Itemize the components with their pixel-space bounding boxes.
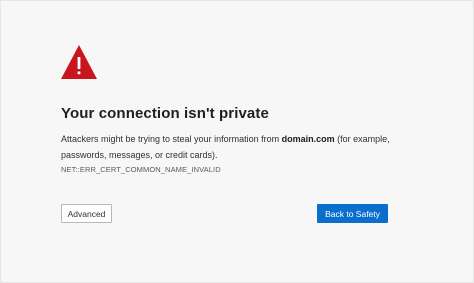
page-title: Your connection isn't private bbox=[61, 105, 269, 122]
domain-name: domain.com bbox=[281, 134, 335, 144]
description-text: Attackers might be trying to steal your … bbox=[61, 134, 282, 144]
warning-triangle-icon bbox=[61, 45, 97, 79]
error-page: Your connection isn't private Attackers … bbox=[0, 0, 474, 283]
error-code: NET::ERR_CERT_COMMON_NAME_INVALID bbox=[61, 165, 221, 174]
advanced-button[interactable]: Advanced bbox=[61, 204, 112, 223]
error-description: Attackers might be trying to steal your … bbox=[61, 131, 391, 163]
back-to-safety-button[interactable]: Back to Safety bbox=[317, 204, 388, 223]
